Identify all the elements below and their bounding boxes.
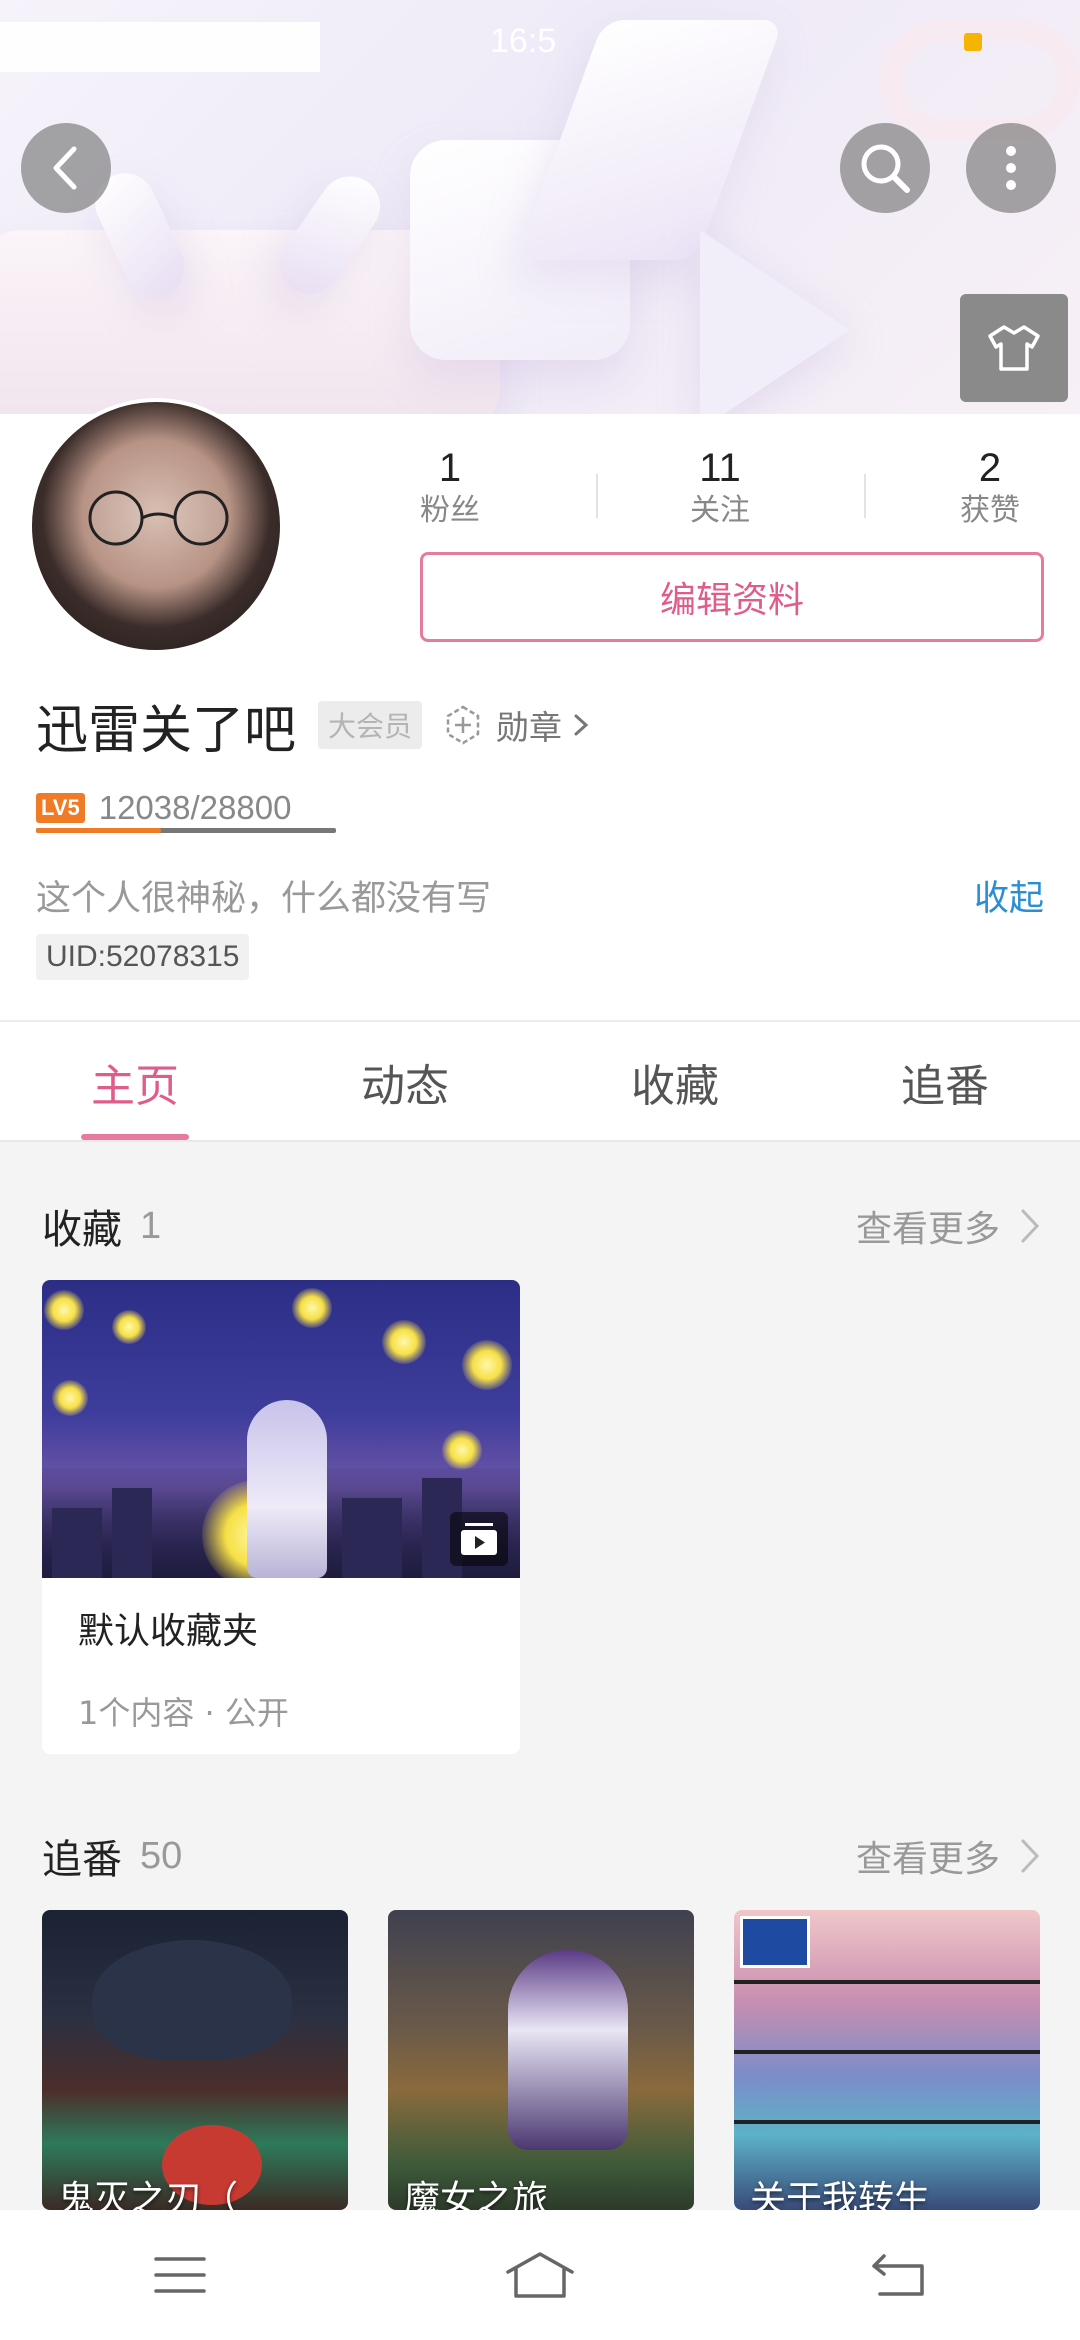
medal-button[interactable]: 勋章 xyxy=(442,701,604,749)
status-bar-left xyxy=(0,22,320,72)
avatar[interactable] xyxy=(28,398,284,654)
username: 迅雷关了吧 xyxy=(36,700,297,761)
more-options-button[interactable] xyxy=(966,123,1056,213)
bangumi-card[interactable]: 魔女之旅 xyxy=(388,1910,694,2210)
bangumi-card-title: 鬼灭之刃（ xyxy=(58,2179,239,2210)
bangumi-card-title: 关于我转生 xyxy=(750,2179,931,2210)
tab-bangumi[interactable]: 追番 xyxy=(810,1022,1080,1142)
bangumi-title: 追番 xyxy=(42,1837,122,1883)
status-time: 16:5 xyxy=(490,22,557,60)
bangumi-card[interactable]: 鬼灭之刃（ xyxy=(42,1910,348,2210)
cover-light xyxy=(52,1380,88,1416)
folder-meta: 1个内容 · 公开 xyxy=(78,1694,289,1732)
cover-light xyxy=(442,1430,482,1470)
favorites-title: 收藏 xyxy=(42,1207,122,1253)
tab-favorites[interactable]: 收藏 xyxy=(540,1022,810,1142)
bangumi-card-title: 魔女之旅 xyxy=(404,2179,549,2210)
cover-light xyxy=(292,1288,332,1328)
followers-count: 1 xyxy=(438,446,462,490)
bangumi-more-link[interactable]: 查看更多 xyxy=(856,1826,1042,1886)
folder-name: 默认收藏夹 xyxy=(78,1611,259,1652)
likes-stat[interactable]: 2 获赞 xyxy=(900,444,1080,530)
exp-text: 12038/28800 xyxy=(98,789,292,826)
collapse-link[interactable]: 收起 xyxy=(974,870,1044,921)
uid-tag[interactable]: UID:52078315 xyxy=(36,934,250,980)
poster-art xyxy=(508,1950,628,2150)
banner-decoration xyxy=(700,230,850,414)
bangumi-section-header: 追番 50 查看更多 xyxy=(42,1826,1042,1886)
stat-divider xyxy=(596,474,598,518)
poster-panel-divider xyxy=(734,1980,1040,1984)
poster-art xyxy=(92,1940,292,2060)
medal-icon xyxy=(446,705,480,745)
edit-profile-button[interactable]: 编辑资料 xyxy=(420,552,1044,642)
profile-tabs: 主页 动态 收藏 追番 xyxy=(0,1020,1080,1142)
profile-page: 16:5 1 粉丝 11 关注 2 获赞 编辑资料 迅雷关了吧 大会员 勋章 L… xyxy=(0,0,1080,2340)
home-button[interactable] xyxy=(470,2225,610,2325)
followers-stat[interactable]: 1 粉丝 xyxy=(360,444,540,530)
name-row: 迅雷关了吧 大会员 勋章 xyxy=(36,690,604,761)
favorites-section-header: 收藏 1 查看更多 xyxy=(42,1196,1042,1256)
active-tab-indicator xyxy=(81,1134,189,1140)
folder-cover-image xyxy=(42,1280,520,1578)
stats-row: 1 粉丝 11 关注 2 获赞 xyxy=(360,444,1080,534)
back-icon xyxy=(872,2254,924,2296)
likes-count: 2 xyxy=(978,446,1002,490)
recent-apps-button[interactable] xyxy=(110,2225,250,2325)
following-stat[interactable]: 11 关注 xyxy=(630,444,810,530)
system-navigation-bar xyxy=(0,2210,1080,2340)
more-vertical-icon xyxy=(1006,146,1016,190)
search-button[interactable] xyxy=(840,123,930,213)
tab-activity[interactable]: 动态 xyxy=(270,1022,540,1142)
stat-divider xyxy=(864,474,866,518)
following-label: 关注 xyxy=(690,493,750,528)
more-label: 查看更多 xyxy=(855,1839,1000,1880)
chevron-right-icon xyxy=(1021,1839,1040,1873)
status-indicator xyxy=(964,33,982,51)
bangumi-card[interactable]: 关于我转生 xyxy=(734,1910,1040,2210)
chevron-right-icon xyxy=(1021,1209,1040,1243)
home-icon xyxy=(506,2252,574,2298)
bio-text: 这个人很神秘，什么都没有写 xyxy=(36,879,492,919)
cover-building xyxy=(52,1508,102,1578)
profile-info: 1 粉丝 11 关注 2 获赞 编辑资料 迅雷关了吧 大会员 勋章 LV5 12… xyxy=(0,398,1080,1020)
chevron-left-icon xyxy=(53,146,77,190)
video-collection-icon xyxy=(450,1512,508,1566)
cover-light xyxy=(382,1320,426,1364)
chevron-right-icon xyxy=(574,714,589,736)
favorite-folder-card[interactable]: 默认收藏夹 1个内容 · 公开 xyxy=(42,1280,520,1754)
bangumi-count: 50 xyxy=(140,1834,183,1877)
exp-progress-bar xyxy=(36,828,336,833)
back-button[interactable] xyxy=(21,123,111,213)
cover-light xyxy=(112,1310,146,1344)
tshirt-icon xyxy=(988,325,1040,371)
avatar-glasses xyxy=(88,490,229,546)
medal-label: 勋章 xyxy=(496,708,563,747)
more-label: 查看更多 xyxy=(855,1209,1000,1250)
vip-badge[interactable]: 大会员 xyxy=(318,701,423,749)
change-skin-button[interactable] xyxy=(960,294,1068,402)
poster-panel-divider xyxy=(734,2050,1040,2054)
cover-character xyxy=(247,1400,327,1578)
favorites-count: 1 xyxy=(140,1204,162,1247)
cover-building xyxy=(342,1498,402,1578)
poster-panel-divider xyxy=(734,2120,1040,2124)
cover-light xyxy=(44,1290,84,1330)
cover-light xyxy=(462,1340,512,1390)
poster-logo xyxy=(740,1916,810,1968)
following-count: 11 xyxy=(699,446,741,490)
exp-progress-fill xyxy=(36,828,162,833)
system-back-button[interactable] xyxy=(830,2225,970,2325)
favorites-more-link[interactable]: 查看更多 xyxy=(856,1196,1042,1256)
followers-label: 粉丝 xyxy=(420,493,480,528)
tab-home[interactable]: 主页 xyxy=(0,1022,270,1142)
cover-building xyxy=(112,1488,152,1578)
likes-label: 获赞 xyxy=(960,493,1020,528)
search-icon xyxy=(861,144,910,193)
level-badge[interactable]: LV5 xyxy=(36,793,85,823)
menu-icon xyxy=(154,2257,206,2293)
